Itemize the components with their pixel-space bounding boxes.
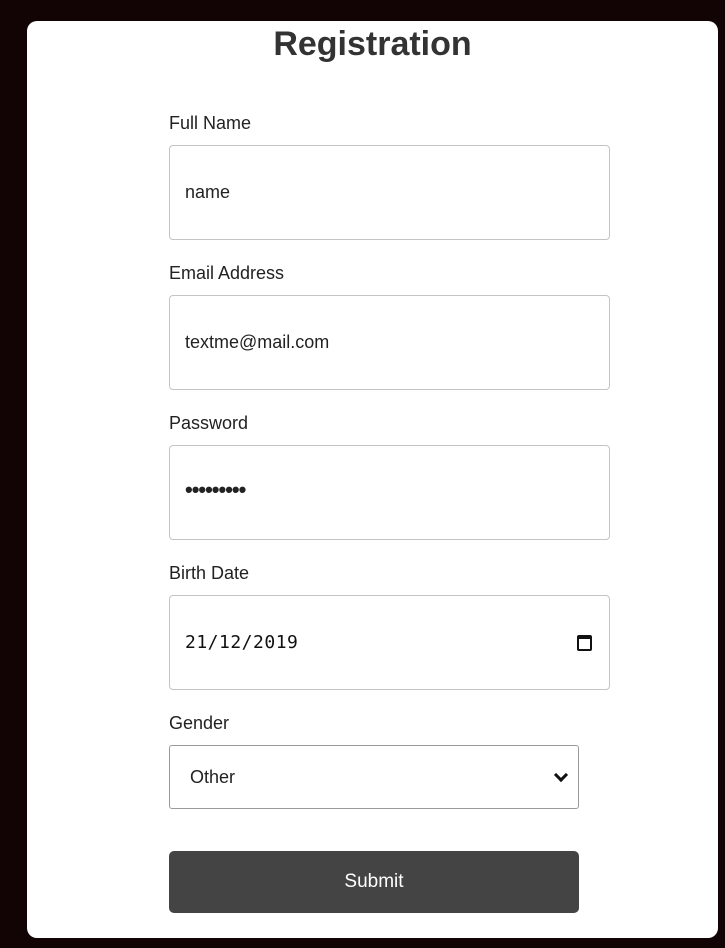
- full-name-value: name: [185, 182, 231, 202]
- birth-date-label: Birth Date: [169, 563, 250, 583]
- gender-label: Gender: [169, 713, 230, 733]
- gender-selected-value: Other: [190, 766, 236, 787]
- submit-button[interactable]: Submit: [169, 851, 579, 913]
- full-name-label: Full Name: [169, 113, 252, 133]
- chevron-down-icon: [553, 767, 569, 783]
- page-title: Registration: [273, 25, 472, 63]
- birth-date-input[interactable]: 21/12/2019: [169, 595, 610, 690]
- email-value: textme@mail.com: [185, 332, 330, 352]
- birth-date-value: 21/12/2019: [185, 632, 299, 653]
- email-label: Email Address: [169, 263, 285, 283]
- password-input[interactable]: •••••••••: [169, 445, 610, 540]
- calendar-icon[interactable]: [577, 635, 592, 651]
- email-input[interactable]: textme@mail.com: [169, 295, 610, 390]
- registration-card: Registration Full Name name Email Addres…: [27, 21, 718, 938]
- gender-select[interactable]: Other: [169, 745, 579, 809]
- password-label: Password: [169, 413, 249, 433]
- full-name-input[interactable]: name: [169, 145, 610, 240]
- password-masked-value: •••••••••: [185, 476, 246, 502]
